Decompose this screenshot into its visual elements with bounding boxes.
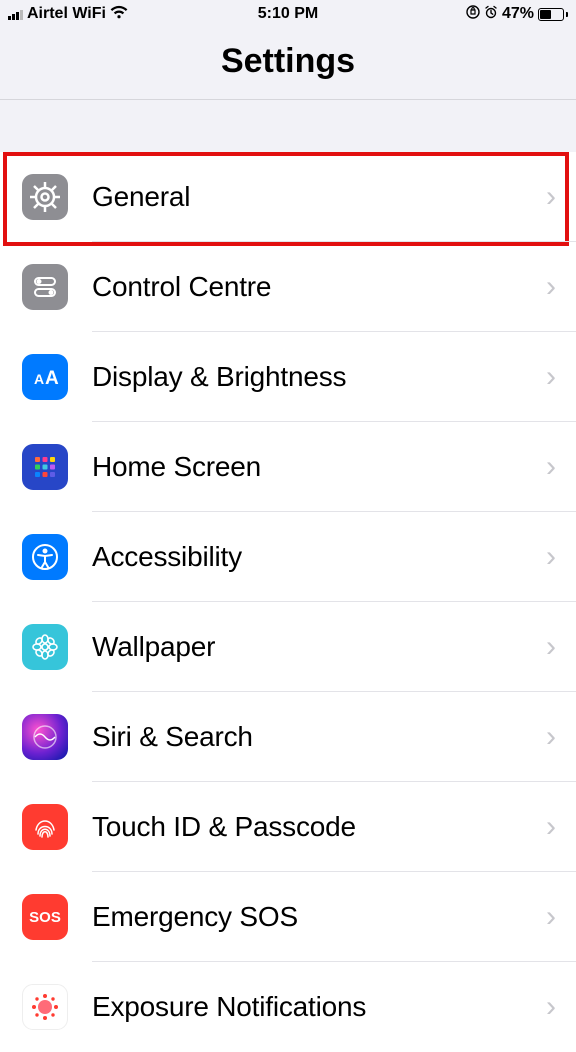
chevron-right-icon: › (546, 990, 566, 1024)
row-wallpaper[interactable]: Wallpaper › (0, 602, 576, 692)
row-home-label: Home Screen (92, 451, 546, 483)
carrier-label: Airtel WiFi (27, 5, 106, 23)
row-control-label: Control Centre (92, 271, 546, 303)
chevron-right-icon: › (546, 180, 566, 214)
row-control-centre[interactable]: Control Centre › (0, 242, 576, 332)
sos-icon: SOS (22, 894, 68, 940)
row-wallpaper-label: Wallpaper (92, 631, 546, 663)
row-access-label: Accessibility (92, 541, 546, 573)
toggle-switches-icon (22, 264, 68, 310)
status-time: 5:10 PM (258, 5, 318, 23)
app-grid-icon (22, 444, 68, 490)
gear-icon (22, 174, 68, 220)
row-siri-search[interactable]: Siri & Search › (0, 692, 576, 782)
flower-icon (22, 624, 68, 670)
row-display-label: Display & Brightness (92, 361, 546, 393)
row-sos-label: Emergency SOS (92, 901, 546, 933)
chevron-right-icon: › (546, 810, 566, 844)
chevron-right-icon: › (546, 630, 566, 664)
row-general[interactable]: General › (0, 152, 576, 242)
chevron-right-icon: › (546, 540, 566, 574)
orientation-lock-icon (466, 5, 480, 24)
settings-list: General › Control Centre › AA Display & … (0, 152, 576, 1052)
alarm-icon (484, 5, 498, 24)
chevron-right-icon: › (546, 900, 566, 934)
svg-text:A: A (34, 371, 44, 387)
row-touch-id[interactable]: Touch ID & Passcode › (0, 782, 576, 872)
row-exposure-label: Exposure Notifications (92, 991, 546, 1023)
accessibility-person-icon (22, 534, 68, 580)
row-touch-label: Touch ID & Passcode (92, 811, 546, 843)
status-right: 47% (466, 5, 568, 24)
battery-percent: 47% (502, 5, 534, 23)
svg-text:A: A (45, 368, 59, 389)
row-home-screen[interactable]: Home Screen › (0, 422, 576, 512)
row-exposure-notifications[interactable]: Exposure Notifications › (0, 962, 576, 1052)
chevron-right-icon: › (546, 360, 566, 394)
exposure-virus-icon (22, 984, 68, 1030)
cellular-signal-icon (8, 8, 23, 20)
chevron-right-icon: › (546, 270, 566, 304)
siri-orb-icon (22, 714, 68, 760)
row-display-brightness[interactable]: AA Display & Brightness › (0, 332, 576, 422)
fingerprint-icon (22, 804, 68, 850)
row-emergency-sos[interactable]: SOS Emergency SOS › (0, 872, 576, 962)
chevron-right-icon: › (546, 720, 566, 754)
row-siri-label: Siri & Search (92, 721, 546, 753)
battery-icon (538, 8, 568, 21)
chevron-right-icon: › (546, 450, 566, 484)
status-bar: Airtel WiFi 5:10 PM 47% (0, 0, 576, 28)
page-title: Settings (0, 42, 576, 81)
section-gap (0, 100, 576, 152)
wifi-icon (110, 5, 128, 24)
status-left: Airtel WiFi (8, 5, 128, 24)
row-accessibility[interactable]: Accessibility › (0, 512, 576, 602)
page-header: Settings (0, 28, 576, 100)
row-general-label: General (92, 181, 546, 213)
text-size-icon: AA (22, 354, 68, 400)
